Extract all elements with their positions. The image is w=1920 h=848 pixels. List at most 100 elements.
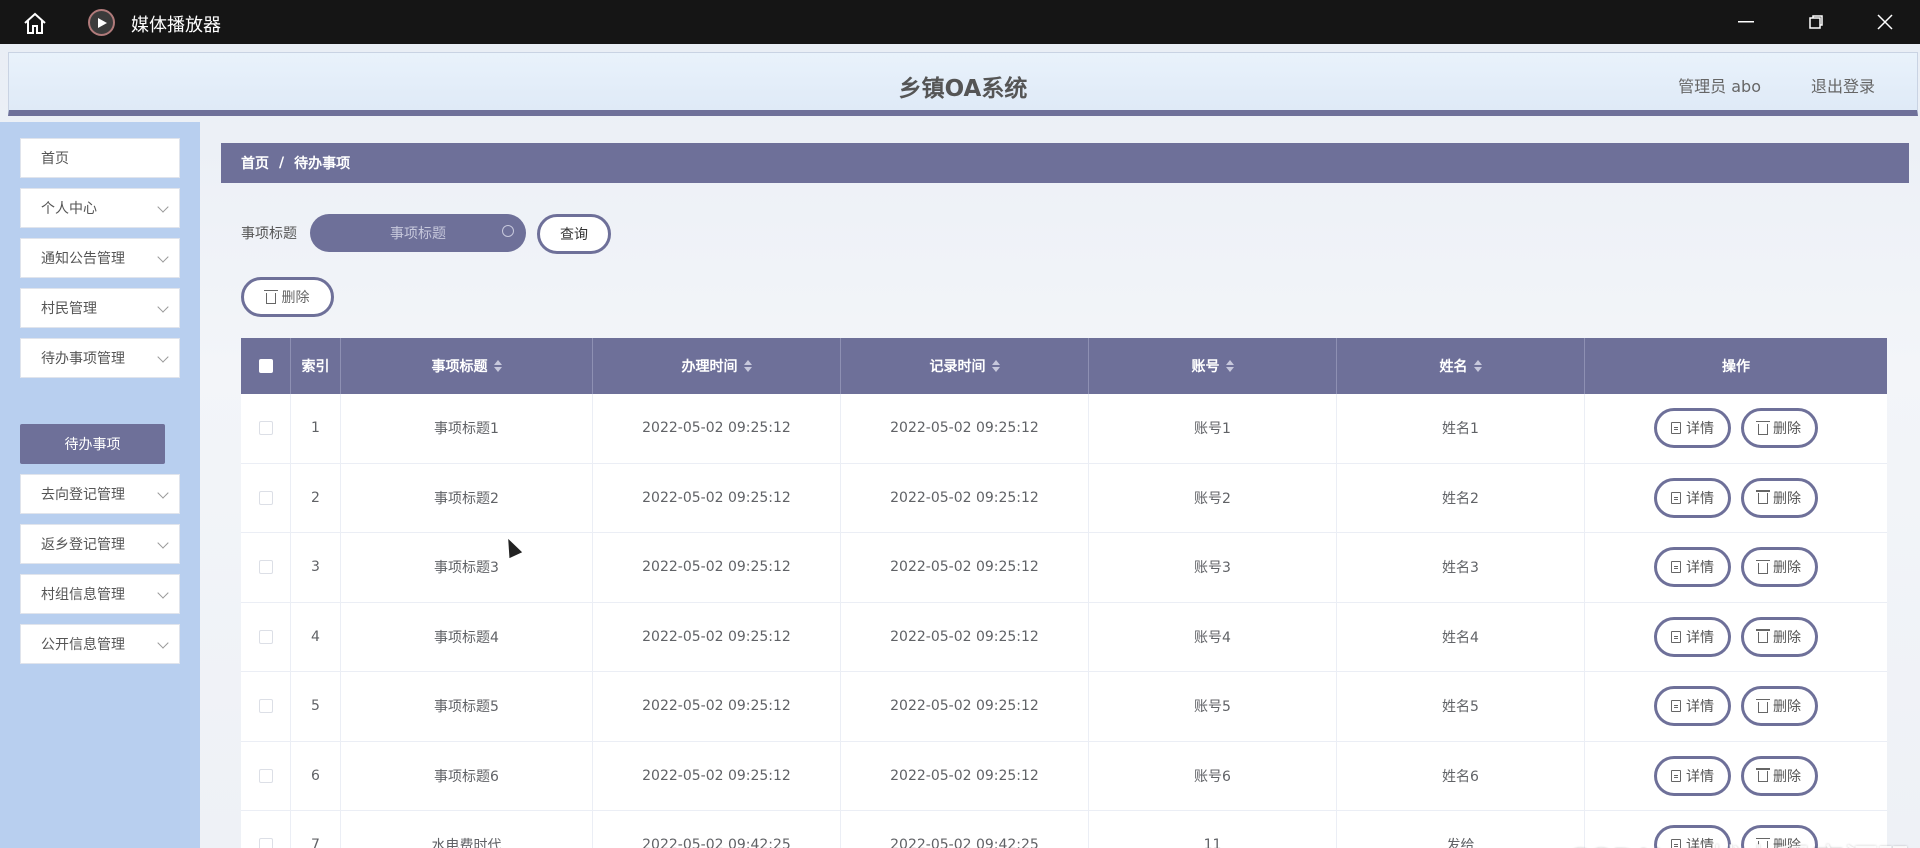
- delete-button[interactable]: 删除: [1741, 477, 1818, 518]
- detail-button-label: 详情: [1686, 421, 1714, 438]
- cell-handle-time: 2022-05-02 09:25:12: [593, 533, 841, 602]
- delete-button[interactable]: 删除: [1741, 686, 1818, 727]
- cell-title: 事项标题4: [341, 602, 593, 671]
- query-button[interactable]: 查询: [537, 214, 611, 254]
- sort-icon[interactable]: [743, 360, 752, 372]
- delete-button-label: 删除: [1773, 490, 1801, 507]
- detail-button[interactable]: 详情: [1654, 686, 1731, 727]
- sidebar-item-home[interactable]: 首页: [20, 138, 180, 178]
- delete-button[interactable]: 删除: [1741, 408, 1818, 449]
- breadcrumb-current: 待办事项: [294, 156, 351, 172]
- detail-button[interactable]: 详情: [1654, 755, 1731, 796]
- sort-icon[interactable]: [493, 360, 502, 372]
- delete-button-label: 删除: [1773, 421, 1801, 438]
- cell-handle-time: 2022-05-02 09:25:12: [593, 672, 841, 741]
- chevron-down-icon: [157, 537, 169, 549]
- trash-icon: [1756, 490, 1770, 505]
- cell-name: 姓名6: [1337, 741, 1585, 810]
- search-icon: [502, 225, 514, 237]
- select-all-checkbox[interactable]: [241, 338, 291, 394]
- sidebar-item-personal-center[interactable]: 个人中心: [20, 188, 180, 228]
- delete-button[interactable]: 删除: [1741, 755, 1818, 796]
- cell-index: 6: [291, 741, 341, 810]
- table-row: 3 事项标题3 2022-05-02 09:25:12 2022-05-02 09:2…: [241, 533, 1887, 603]
- sidebar-item-return-management[interactable]: 返乡登记管理: [20, 524, 180, 564]
- document-icon: [1671, 561, 1681, 574]
- cell-account: 账号1: [1089, 394, 1337, 463]
- row-checkbox[interactable]: [241, 533, 291, 602]
- cell-record-time: 2022-05-02 09:25:12: [841, 533, 1089, 602]
- sidebar-item-label: 返乡登记管理: [41, 537, 125, 553]
- row-checkbox[interactable]: [241, 394, 291, 463]
- column-handle-time[interactable]: 办理时间: [593, 338, 841, 394]
- row-checkbox[interactable]: [241, 602, 291, 671]
- breadcrumb-separator: /: [279, 155, 285, 171]
- row-checkbox[interactable]: [241, 811, 291, 848]
- home-icon[interactable]: [22, 11, 48, 35]
- detail-button[interactable]: 详情: [1654, 547, 1731, 588]
- cell-index: 7: [291, 811, 341, 848]
- cell-name: 姓名1: [1337, 394, 1585, 463]
- document-icon: [1671, 422, 1681, 435]
- delete-button[interactable]: 删除: [1741, 547, 1818, 588]
- cell-index: 4: [291, 602, 341, 671]
- sidebar-item-villager-management[interactable]: 村民管理: [20, 288, 180, 328]
- restore-icon[interactable]: [1805, 12, 1827, 32]
- search-input[interactable]: 事项标题: [310, 214, 526, 252]
- row-checkbox[interactable]: [241, 741, 291, 810]
- sidebar-subitem-todo[interactable]: 待办事项: [20, 424, 165, 464]
- cell-handle-time: 2022-05-02 09:25:12: [593, 463, 841, 532]
- sidebar-item-public-info-management[interactable]: 公开信息管理: [20, 624, 180, 664]
- chevron-down-icon: [157, 637, 169, 649]
- cell-handle-time: 2022-05-02 09:25:12: [593, 741, 841, 810]
- sidebar-item-label: 村民管理: [41, 301, 97, 317]
- close-icon[interactable]: [1874, 12, 1896, 32]
- detail-button-label: 详情: [1686, 699, 1714, 716]
- breadcrumb-home[interactable]: 首页: [241, 153, 269, 173]
- column-account[interactable]: 账号: [1089, 338, 1337, 394]
- chevron-down-icon: [157, 251, 169, 263]
- detail-button[interactable]: 详情: [1654, 477, 1731, 518]
- sort-icon[interactable]: [1225, 360, 1234, 372]
- delete-button-label: 删除: [1773, 560, 1801, 577]
- cell-title: 水电费时代: [341, 811, 593, 848]
- cell-account: 账号5: [1089, 672, 1337, 741]
- table-row: 6 事项标题6 2022-05-02 09:25:12 2022-05-02 09:2…: [241, 741, 1887, 811]
- sidebar-item-village-group-management[interactable]: 村组信息管理: [20, 574, 180, 614]
- search-placeholder: 事项标题: [390, 226, 446, 242]
- column-actions: 操作: [1722, 359, 1750, 375]
- sort-icon[interactable]: [1473, 360, 1482, 372]
- sort-icon[interactable]: [991, 360, 1000, 372]
- sidebar-item-todo-management[interactable]: 待办事项管理: [20, 338, 180, 378]
- cell-actions: 详情 删除: [1585, 394, 1887, 463]
- sidebar-item-whereabouts-management[interactable]: 去向登记管理: [20, 474, 180, 514]
- table-header: 索引 事项标题 办理时间 记录时间 账号 姓名 操作: [241, 338, 1887, 394]
- column-name[interactable]: 姓名: [1337, 338, 1585, 394]
- chevron-down-icon: [157, 201, 169, 213]
- cell-record-time: 2022-05-02 09:42:25: [841, 811, 1089, 848]
- row-checkbox[interactable]: [241, 463, 291, 532]
- minimize-icon[interactable]: [1735, 12, 1757, 32]
- column-record-time[interactable]: 记录时间: [841, 338, 1089, 394]
- detail-button[interactable]: 详情: [1654, 616, 1731, 657]
- batch-delete-button[interactable]: 删除: [241, 277, 334, 317]
- cell-handle-time: 2022-05-02 09:42:25: [593, 811, 841, 848]
- trash-icon: [263, 289, 278, 304]
- cell-record-time: 2022-05-02 09:25:12: [841, 602, 1089, 671]
- table-row: 4 事项标题4 2022-05-02 09:25:12 2022-05-02 09:2…: [241, 602, 1887, 672]
- detail-button-label: 详情: [1686, 560, 1714, 577]
- watermark: CSDN @战少程序源码: [1566, 834, 1912, 848]
- sidebar-item-notice-management[interactable]: 通知公告管理: [20, 238, 180, 278]
- detail-button[interactable]: 详情: [1654, 408, 1731, 449]
- search-label: 事项标题: [241, 226, 297, 242]
- column-title[interactable]: 事项标题: [341, 338, 593, 394]
- row-checkbox[interactable]: [241, 672, 291, 741]
- delete-button[interactable]: 删除: [1741, 616, 1818, 657]
- sidebar-item-label: 通知公告管理: [41, 251, 125, 267]
- logout-link[interactable]: 退出登录: [1811, 73, 1875, 97]
- cell-name: 发给: [1337, 811, 1585, 848]
- sidebar-item-label: 首页: [41, 151, 69, 167]
- media-player-app-icon: [88, 9, 115, 36]
- table-row: 2 事项标题2 2022-05-02 09:25:12 2022-05-02 09:2…: [241, 463, 1887, 533]
- app-page: 乡镇OA系统 管理员 abo 退出登录 首页 个人中心 通知公告管理 村民管理 …: [0, 44, 1920, 848]
